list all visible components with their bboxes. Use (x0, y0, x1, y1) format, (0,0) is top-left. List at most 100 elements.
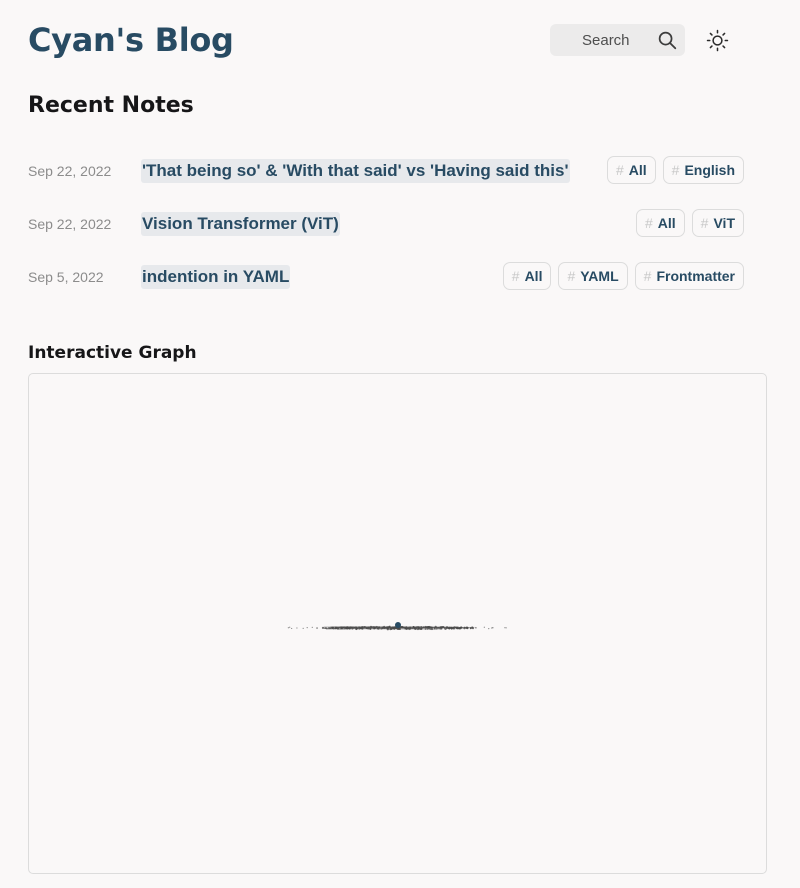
graph-heading: Interactive Graph (28, 343, 197, 363)
tag-yaml[interactable]: # YAML (558, 262, 628, 290)
graph-node[interactable] (336, 626, 339, 630)
graph-node[interactable] (417, 627, 420, 629)
note-title-link[interactable]: 'That being so' & 'With that said' vs 'H… (141, 159, 570, 183)
graph-node[interactable] (390, 627, 393, 630)
graph-canvas[interactable] (29, 374, 766, 873)
graph-node[interactable] (419, 628, 422, 631)
tag-all[interactable]: # All (635, 209, 685, 237)
graph-current-node[interactable] (395, 622, 401, 628)
graph-node[interactable] (442, 626, 445, 629)
graph-node[interactable] (427, 626, 429, 629)
graph-node[interactable] (424, 625, 427, 629)
graph-node[interactable] (374, 626, 377, 629)
graph-node[interactable] (321, 626, 325, 629)
graph-node[interactable] (409, 626, 412, 629)
graph-node[interactable] (405, 627, 408, 630)
graph-node[interactable] (456, 626, 459, 630)
graph-node[interactable] (289, 626, 291, 628)
graph-node[interactable] (413, 626, 415, 628)
graph-node[interactable] (377, 626, 381, 629)
site-title[interactable]: Cyan's Blog (28, 18, 234, 62)
graph-node[interactable] (463, 627, 466, 630)
graph-node[interactable] (420, 625, 423, 628)
graph-node[interactable] (358, 628, 360, 630)
note-tags: # All # English (606, 156, 744, 184)
graph-node[interactable] (352, 626, 355, 629)
graph-node[interactable] (444, 627, 447, 631)
interactive-graph[interactable] (28, 373, 767, 874)
note-date: Sep 5, 2022 (28, 269, 104, 285)
sun-icon[interactable] (706, 29, 729, 52)
graph-node[interactable] (338, 626, 341, 629)
graph-node[interactable] (385, 626, 387, 629)
graph-node[interactable] (458, 627, 460, 629)
graph-node[interactable] (369, 625, 373, 628)
graph-node[interactable] (350, 626, 353, 629)
recent-notes-heading: Recent Notes (28, 93, 194, 118)
graph-node[interactable] (361, 626, 364, 629)
graph-node[interactable] (346, 627, 349, 630)
graph-node[interactable] (386, 626, 389, 628)
graph-node[interactable] (376, 627, 379, 630)
graph-node[interactable] (492, 626, 494, 629)
graph-node[interactable] (397, 628, 399, 630)
graph-node[interactable] (311, 626, 313, 628)
note-title-link[interactable]: indention in YAML (141, 265, 291, 289)
graph-node[interactable] (483, 626, 485, 628)
tag-all[interactable]: # All (502, 262, 552, 290)
tag-label: ViT (713, 215, 735, 231)
graph-node[interactable] (414, 627, 417, 630)
note-title-link[interactable]: Vision Transformer (ViT) (141, 212, 340, 236)
graph-node[interactable] (291, 627, 293, 630)
graph-node[interactable] (450, 627, 453, 630)
graph-node[interactable] (471, 626, 474, 629)
tag-all[interactable]: # All (606, 156, 656, 184)
graph-node[interactable] (302, 627, 304, 629)
graph-node[interactable] (363, 626, 366, 628)
graph-node[interactable] (329, 627, 332, 630)
graph-node[interactable] (380, 627, 383, 630)
graph-node[interactable] (437, 627, 440, 629)
graph-node[interactable] (296, 627, 298, 629)
graph-node[interactable] (340, 626, 342, 629)
graph-node[interactable] (411, 627, 414, 629)
graph-node[interactable] (342, 626, 344, 629)
note-date: Sep 22, 2022 (28, 216, 112, 232)
note-item: Sep 22, 2022 'That being so' & 'With tha… (28, 156, 744, 186)
graph-node[interactable] (372, 625, 375, 628)
graph-node[interactable] (287, 627, 289, 629)
graph-node[interactable] (358, 626, 360, 628)
graph-node[interactable] (466, 627, 469, 629)
graph-node[interactable] (324, 627, 327, 630)
note-tags: # All # YAML # Frontmatter (502, 262, 744, 290)
graph-node[interactable] (316, 627, 318, 629)
graph-node[interactable] (348, 627, 351, 630)
graph-node[interactable] (355, 627, 358, 630)
tag-frontmatter[interactable]: # Frontmatter (634, 262, 744, 290)
tag-english[interactable]: # English (662, 156, 744, 184)
graph-node[interactable] (367, 627, 369, 630)
graph-node[interactable] (452, 627, 455, 629)
graph-node[interactable] (407, 627, 410, 629)
graph-node[interactable] (424, 628, 427, 630)
graph-node[interactable] (504, 627, 506, 629)
graph-node[interactable] (402, 626, 405, 629)
graph-node[interactable] (461, 626, 463, 629)
graph-node[interactable] (488, 628, 490, 630)
graph-node[interactable] (440, 627, 443, 630)
graph-node[interactable] (430, 627, 434, 631)
graph-node[interactable] (368, 626, 370, 629)
graph-node[interactable] (306, 627, 308, 629)
graph-node[interactable] (505, 627, 507, 629)
graph-node[interactable] (475, 627, 477, 629)
graph-node[interactable] (331, 627, 333, 629)
graph-node[interactable] (326, 627, 328, 630)
tag-label: All (657, 215, 676, 231)
graph-node[interactable] (369, 627, 372, 630)
graph-node[interactable] (447, 627, 450, 630)
search-button[interactable]: Search (550, 24, 685, 56)
graph-node[interactable] (422, 626, 424, 629)
graph-node[interactable] (433, 627, 436, 630)
graph-node[interactable] (382, 626, 386, 629)
tag-vit[interactable]: # ViT (691, 209, 744, 237)
